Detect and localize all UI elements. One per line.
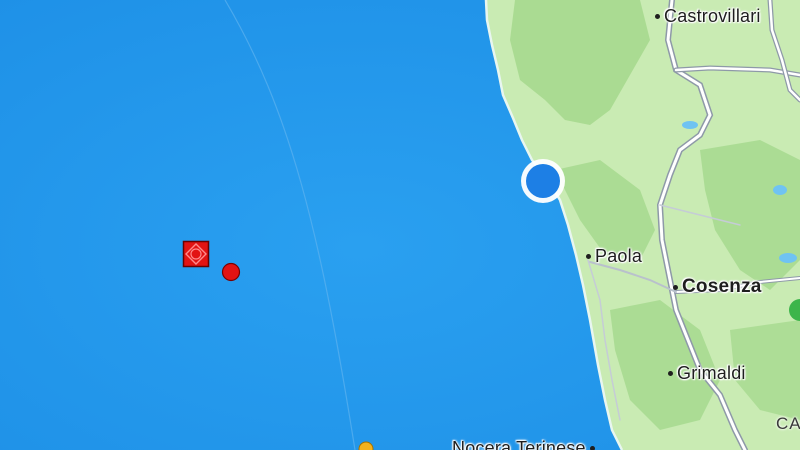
- city-dot: [586, 254, 591, 259]
- earthquake-circle-icon[interactable]: [220, 261, 242, 283]
- city-dot: [589, 446, 595, 450]
- lake: [779, 253, 797, 263]
- city-label: Paola: [595, 246, 643, 266]
- city-label: Grimaldi: [677, 363, 746, 383]
- city-label: Cosenza: [682, 276, 762, 297]
- lake: [773, 185, 787, 195]
- city-label: Nocera Terinese: [452, 438, 586, 450]
- lake: [682, 121, 698, 129]
- region-label: CA: [776, 414, 800, 433]
- city-paola[interactable]: Paola: [586, 246, 642, 267]
- current-location-icon[interactable]: [519, 157, 567, 205]
- map-badge-icon[interactable]: [786, 298, 800, 322]
- earthquake-small-icon[interactable]: [357, 440, 375, 450]
- city-cosenza[interactable]: Cosenza: [673, 276, 762, 298]
- city-dot: [668, 371, 673, 376]
- city-grimaldi[interactable]: Grimaldi: [668, 363, 746, 384]
- city-label: Castrovillari: [664, 6, 761, 26]
- map-view[interactable]: Castrovillari Paola Cosenza Grimaldi Noc…: [0, 0, 800, 450]
- city-dot: [673, 284, 678, 290]
- epicenter-square-icon[interactable]: [182, 240, 210, 268]
- city-nocera-terinese[interactable]: Nocera Terinese: [452, 438, 595, 450]
- city-dot: [655, 14, 660, 19]
- city-castrovillari[interactable]: Castrovillari: [655, 6, 761, 27]
